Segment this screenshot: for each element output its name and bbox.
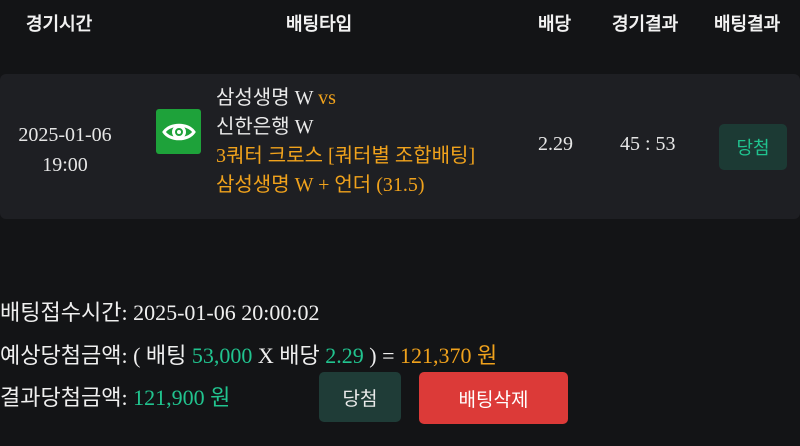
expected-payout-value: 121,370 원: [399, 343, 498, 368]
eye-icon: [161, 123, 196, 140]
received-time-line: 배팅접수시간: 2025-01-06 20:00:02: [0, 295, 319, 327]
match-time: 19:00: [42, 154, 88, 176]
header-time: 경기시간: [26, 14, 93, 35]
bet-amount-label: 배팅: [145, 343, 187, 368]
bet-description: 삼성생명 W vs 신한은행 W 3쿼터 크로스 [쿼터별 조합배팅] 삼성생명…: [216, 84, 475, 200]
odds-value: 2.29: [538, 133, 573, 155]
bet-market: 3쿼터 크로스 [쿼터별 조합배팅]: [216, 145, 476, 167]
actual-payout-line: 결과당첨금액: 121,900 원: [0, 380, 230, 412]
match-datetime: 2025-01-06 19:00: [10, 120, 120, 180]
received-time-label: 배팅접수시간:: [0, 300, 128, 325]
odds-label: 배당: [279, 343, 320, 368]
received-time-value: 2025-01-06 20:00:02: [133, 300, 320, 325]
close-paren-equals: ) =: [369, 343, 395, 368]
game-score: 45 : 53: [620, 133, 676, 155]
vs-label: vs: [318, 87, 336, 109]
open-paren: (: [133, 343, 141, 368]
table-header: 경기시간 배팅타입 배당 경기결과 배팅결과: [0, 0, 800, 48]
bet-selection: 삼성생명 W + 언더 (31.5): [216, 174, 425, 196]
bet-amount-value: 53,000: [191, 343, 253, 368]
header-bet-result: 배팅결과: [714, 14, 781, 35]
bet-result-badge: 당첨: [719, 124, 787, 170]
header-odds: 배당: [538, 14, 572, 35]
multiply-sign: X: [257, 343, 274, 368]
delete-bet-button[interactable]: 배팅삭제: [419, 372, 568, 424]
odds-amount-value: 2.29: [325, 343, 364, 368]
expected-payout-line: 예상당첨금액: ( 배팅 53,000 X 배당 2.29 ) = 121,37…: [0, 338, 497, 370]
actual-payout-label: 결과당첨금액:: [0, 385, 128, 410]
view-details-button[interactable]: [156, 109, 201, 154]
expected-payout-label: 예상당첨금액:: [0, 343, 128, 368]
away-team: 신한은행 W: [216, 116, 314, 138]
header-bet-type: 배팅타입: [286, 14, 353, 35]
win-status-button[interactable]: 당첨: [319, 372, 401, 422]
home-team: 삼성생명 W: [216, 87, 314, 109]
header-game-result: 경기결과: [612, 14, 679, 35]
match-date: 2025-01-06: [18, 124, 112, 146]
bet-row: 2025-01-06 19:00 삼성생명 W vs 신한은행 W 3쿼터 크로…: [0, 74, 800, 219]
actual-payout-value: 121,900 원: [133, 385, 231, 410]
